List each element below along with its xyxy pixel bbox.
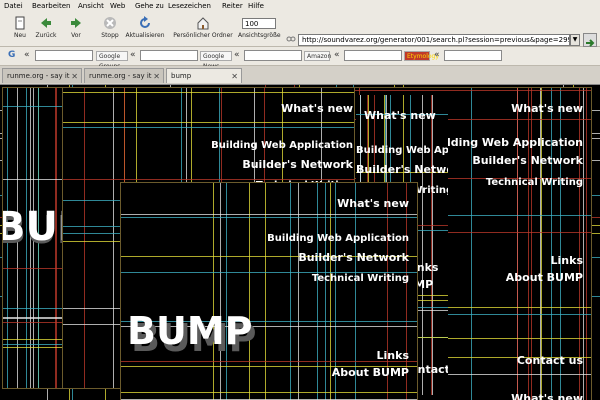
reload-button[interactable]: Aktualisieren xyxy=(122,15,168,43)
grid-line xyxy=(355,90,591,91)
grid-line xyxy=(63,127,363,128)
google-g-icon: G xyxy=(8,50,16,60)
amazon-logo[interactable]: Amazon xyxy=(304,51,331,61)
nav-whats-new[interactable]: What's new xyxy=(337,197,409,210)
nav-whats-new[interactable]: What's new xyxy=(364,109,436,122)
nav-links[interactable]: Links xyxy=(551,254,583,267)
nav-building-web-application[interactable]: Building Web Application xyxy=(356,145,448,156)
grid-line xyxy=(317,183,318,400)
grid-line xyxy=(290,183,291,400)
grid-line xyxy=(220,183,221,400)
google-groups-logo[interactable]: Google Groups xyxy=(96,51,128,70)
bump-logo[interactable]: BUMP xyxy=(127,309,253,353)
tab-label: runme.org - say it xyxy=(89,72,152,80)
close-icon[interactable]: ✕ xyxy=(71,69,78,84)
nav-builders-network[interactable]: Builder's Network xyxy=(356,163,448,176)
nav-builders-network[interactable]: Builder's Network xyxy=(242,158,353,171)
etymology-logo[interactable]: Etymology xyxy=(404,51,439,61)
menu-view[interactable]: Ansicht xyxy=(78,2,104,10)
tab-runme-2[interactable]: runme.org - say it ✕ xyxy=(84,68,164,83)
grid-line xyxy=(432,95,433,395)
tab-bump[interactable]: bump ✕ xyxy=(166,68,242,83)
grid-line xyxy=(422,95,423,395)
grid-line xyxy=(121,214,417,215)
frame-front: What's new Building Web Application Buil… xyxy=(120,182,418,400)
menu-file[interactable]: Datei xyxy=(4,2,23,10)
chevron-down-icon: ▼ xyxy=(572,36,578,43)
zoom-label: Ansichtsgröße xyxy=(238,32,281,39)
grid-line xyxy=(63,122,363,123)
nav-about-bump[interactable]: About BUMP xyxy=(506,271,583,284)
grid-line xyxy=(213,183,214,400)
grid-line xyxy=(121,361,417,362)
close-icon[interactable]: ✕ xyxy=(231,69,238,84)
nav-technical-writing[interactable]: Technical Writing xyxy=(312,273,409,284)
home-icon xyxy=(197,17,209,30)
tab-label: bump xyxy=(171,72,192,80)
nav-links[interactable]: Links xyxy=(377,349,409,362)
nav-about-bump[interactable]: About BUMP xyxy=(332,366,409,379)
menu-bookmarks[interactable]: Lesezeichen xyxy=(168,2,211,10)
google-news-logo[interactable]: Google News xyxy=(200,51,232,70)
search-input-etymology[interactable] xyxy=(444,50,502,61)
zoom-field[interactable]: 100 xyxy=(242,18,276,29)
grid-line xyxy=(298,183,299,400)
stop-icon xyxy=(104,17,116,29)
grid-line xyxy=(586,88,587,400)
tab-label: runme.org - say it xyxy=(7,72,70,80)
search-input-google[interactable] xyxy=(35,50,93,61)
nav-building-web-application[interactable]: Building Web Application xyxy=(427,136,583,149)
chevron-left-icon[interactable]: « xyxy=(24,50,30,60)
back-arrow-icon xyxy=(41,18,51,28)
grid-line xyxy=(113,88,114,388)
reload-icon xyxy=(140,16,150,28)
grid-line xyxy=(121,217,417,218)
nav-whats-new[interactable]: What's new xyxy=(281,102,353,115)
grid-line xyxy=(471,88,472,400)
nav-whats-new[interactable]: What's new xyxy=(511,102,583,115)
nav-contact-us[interactable]: Contact us xyxy=(517,354,583,367)
nav-building-web-application[interactable]: Building Web Application xyxy=(211,140,353,151)
search-input-news[interactable] xyxy=(244,50,302,61)
forward-arrow-icon xyxy=(71,18,81,28)
new-document-icon xyxy=(15,16,25,30)
nav-whats-new-bottom[interactable]: What's new xyxy=(511,392,583,400)
grid-line xyxy=(325,183,326,400)
chevron-left-icon[interactable]: « xyxy=(334,50,340,60)
home-button[interactable]: Persönlicher Ordner xyxy=(170,15,236,43)
grid-line xyxy=(63,92,363,93)
grid-line xyxy=(121,392,417,393)
menu-web[interactable]: Web xyxy=(110,2,125,10)
grid-line xyxy=(249,183,250,400)
search-input-amazon[interactable] xyxy=(344,50,402,61)
grid-line xyxy=(84,88,85,388)
tab-bar: runme.org - say it ✕ runme.org - say it ✕ … xyxy=(0,66,600,85)
url-field[interactable]: http://soundvarez.org/generator/001/sear… xyxy=(298,34,570,46)
menu-bar: Datei Bearbeiten Ansicht Web Gehe zu Les… xyxy=(0,0,600,12)
grid-line xyxy=(431,95,432,395)
tab-runme-1[interactable]: runme.org - say it ✕ xyxy=(2,68,82,83)
menu-tabs[interactable]: Reiter xyxy=(222,2,243,10)
menu-help[interactable]: Hilfe xyxy=(248,2,264,10)
nav-building-web-application[interactable]: Building Web Application xyxy=(267,233,409,244)
chevron-left-icon[interactable]: « xyxy=(130,50,136,60)
link-icon xyxy=(286,36,296,42)
nav-builders-network[interactable]: Builder's Network xyxy=(472,154,583,167)
chevron-left-icon[interactable]: « xyxy=(234,50,240,60)
grid-line xyxy=(583,88,584,400)
search-input-groups[interactable] xyxy=(140,50,198,61)
search-toolbar: G « Google Groups « Google News « Amazon… xyxy=(0,47,600,70)
close-icon[interactable]: ✕ xyxy=(153,69,160,84)
nav-technical-writing[interactable]: Technical Writing xyxy=(486,177,583,188)
menu-edit[interactable]: Bearbeiten xyxy=(32,2,70,10)
grid-line xyxy=(265,183,266,400)
navigation-toolbar: Neu Zurück Vor Stopp Aktualisieren Persö… xyxy=(0,12,600,47)
go-button[interactable] xyxy=(583,33,597,47)
page-content: BUBU BUBU What's new Building Web Applic… xyxy=(0,85,600,400)
chevron-left-icon[interactable]: « xyxy=(434,50,440,60)
nav-builders-network[interactable]: Builder's Network xyxy=(298,251,409,264)
url-dropdown-button[interactable]: ▼ xyxy=(570,34,580,46)
menu-go[interactable]: Gehe zu xyxy=(135,2,164,10)
grid-line xyxy=(226,183,227,400)
